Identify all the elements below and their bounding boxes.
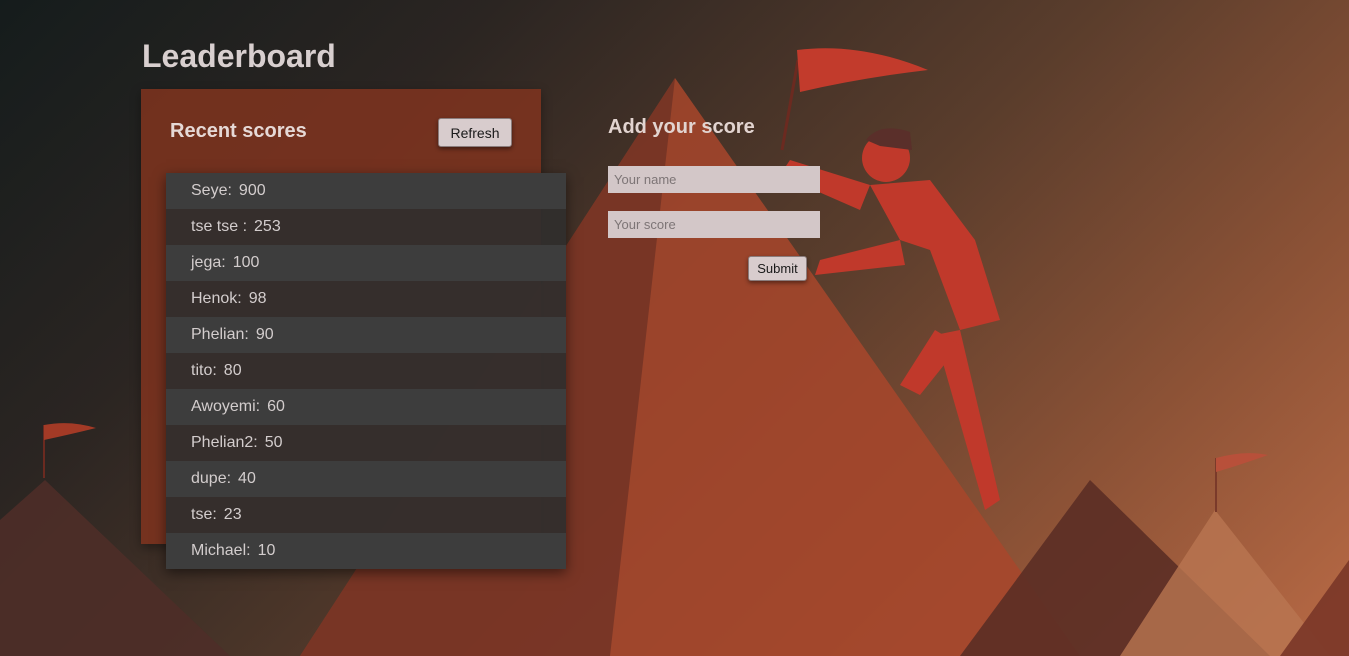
score-player-name: Seye	[191, 182, 228, 199]
score-player-name: Phelian	[191, 326, 245, 343]
score-input[interactable]	[608, 211, 820, 238]
score-value: 23	[223, 506, 242, 523]
score-player-name: dupe	[191, 470, 227, 487]
score-list-item: tse tse :253	[166, 209, 566, 245]
score-player-name: jega	[191, 254, 222, 271]
score-player-name: tse	[191, 506, 213, 523]
left-flag	[44, 423, 96, 440]
score-list-item: Seye: 900	[166, 173, 566, 209]
score-value: 253	[254, 218, 281, 235]
page-title: Leaderboard	[142, 38, 336, 74]
name-input[interactable]	[608, 166, 820, 193]
score-list-item: Henok: 98	[166, 281, 566, 317]
refresh-button[interactable]: Refresh	[438, 118, 512, 147]
score-list-item: tito: 80	[166, 353, 566, 389]
score-player-name: tse tse	[191, 218, 243, 235]
score-player-name: Phelian2	[191, 434, 254, 451]
score-value: 90	[255, 326, 274, 343]
score-value: 100	[232, 254, 260, 271]
score-list-item: Michael: 10	[166, 533, 566, 569]
climber-flag	[797, 48, 928, 92]
score-player-name: Michael	[191, 542, 247, 559]
score-value: 900	[238, 182, 266, 199]
score-player-name: Awoyemi	[191, 398, 256, 415]
score-list: Seye: 900 tse tse :253 jega: 100 Henok: 98 Phel…	[166, 173, 566, 569]
recent-scores-title: Recent scores	[170, 120, 307, 142]
add-score-title: Add your score	[608, 116, 755, 138]
submit-button[interactable]: Submit	[748, 256, 807, 281]
score-value: 40	[238, 470, 256, 487]
score-list-item: tse: 23	[166, 497, 566, 533]
score-player-name: tito	[191, 362, 213, 379]
score-value: 60	[267, 398, 285, 415]
score-value: 50	[264, 434, 283, 451]
score-value: 10	[257, 542, 276, 559]
score-list-item: Awoyemi: 60	[166, 389, 566, 425]
score-list-item: Phelian2: 50	[166, 425, 566, 461]
score-player-name: Henok	[191, 290, 238, 307]
score-list-item: Phelian: 90	[166, 317, 566, 353]
score-list-item: jega: 100	[166, 245, 566, 281]
score-value: 80	[223, 362, 242, 379]
score-value: 98	[248, 290, 267, 307]
right-flag	[1216, 453, 1268, 472]
score-list-item: dupe: 40	[166, 461, 566, 497]
